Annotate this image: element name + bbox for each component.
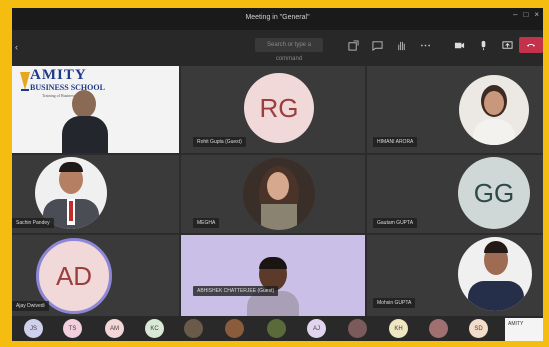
video-grid: AMITY BUSINESS SCHOOL Training of Busine… xyxy=(12,66,543,316)
avatar: RG xyxy=(244,73,314,143)
avatar[interactable]: KH xyxy=(389,319,408,338)
avatar-initials: KH xyxy=(394,325,403,332)
participant-tile[interactable]: RG Rohit Gupta (Guest) xyxy=(181,66,365,153)
avatar[interactable]: TS xyxy=(63,319,82,338)
share-screen-icon[interactable] xyxy=(500,38,514,52)
search-input[interactable]: Search or type a command xyxy=(255,38,323,62)
phone-hangup-icon xyxy=(526,43,536,47)
avatar-initials: TS xyxy=(68,325,77,332)
window-controls: – □ × xyxy=(513,10,539,19)
participant-name: MEGHA xyxy=(193,218,220,228)
title-bar: Meeting in "General" – □ × xyxy=(12,8,543,30)
window-title: Meeting in "General" xyxy=(245,14,310,21)
pop-out-icon[interactable] xyxy=(346,38,360,52)
camera-icon[interactable] xyxy=(452,38,466,52)
presenter-video xyxy=(62,90,108,153)
avatar-initials: AM xyxy=(110,325,119,332)
participant-strip: JS TS AM KC AJ KH SD AMITY xyxy=(12,316,543,341)
avatar[interactable] xyxy=(184,319,203,338)
avatar: GG xyxy=(458,157,530,229)
avatar-initials: AJ xyxy=(312,325,320,332)
close-icon[interactable]: × xyxy=(534,10,539,19)
avatar[interactable]: SD xyxy=(469,319,488,338)
shared-content-thumbnail[interactable]: AMITY xyxy=(505,318,543,341)
participant-name: Sachin Pandey xyxy=(12,218,54,228)
call-controls xyxy=(452,38,514,52)
maximize-icon[interactable]: □ xyxy=(523,10,528,19)
participant-tile[interactable]: HIMANI ARORA xyxy=(367,66,543,153)
participant-tile[interactable]: AD Ajay Dwivedi xyxy=(12,235,179,316)
avatar-initials: RG xyxy=(259,92,299,123)
microphone-icon[interactable] xyxy=(476,38,490,52)
avatar-initials: JS xyxy=(29,325,37,332)
participant-tile[interactable]: ABHISHEK CHATTERJEE (Guest) xyxy=(181,235,365,316)
avatar[interactable]: AJ xyxy=(307,319,326,338)
teams-window: Meeting in "General" – □ × ‹ Search or t… xyxy=(12,8,543,341)
avatar[interactable] xyxy=(267,319,286,338)
avatar-initials: SD xyxy=(474,325,483,332)
participant-name: HIMANI ARORA xyxy=(373,137,418,147)
chat-icon[interactable] xyxy=(370,38,384,52)
participant-name: ABHISHEK CHATTERJEE (Guest) xyxy=(193,286,279,296)
participant-name: Mohsin GUPTA xyxy=(373,298,416,308)
participant-name: Ajay Dwivedi xyxy=(12,301,49,311)
participant-tile[interactable]: Sachin Pandey xyxy=(12,155,179,233)
avatar[interactable]: AM xyxy=(105,319,124,338)
minimize-icon[interactable]: – xyxy=(513,10,517,19)
meeting-actions xyxy=(346,38,432,52)
participant-name: Rohit Gupta (Guest) xyxy=(193,137,246,147)
avatar[interactable]: JS xyxy=(24,319,43,338)
avatar[interactable] xyxy=(429,319,448,338)
more-options-icon[interactable] xyxy=(418,38,432,52)
avatar xyxy=(458,237,532,311)
participant-tile[interactable]: GG Gautam GUPTA xyxy=(367,155,543,233)
avatar-initials: AD xyxy=(55,260,93,291)
participant-name: Gautam GUPTA xyxy=(373,218,418,228)
avatar[interactable]: KC xyxy=(145,319,164,338)
avatar-initials: GG xyxy=(473,177,515,208)
participant-tile[interactable]: MEGHA xyxy=(181,155,365,233)
leave-call-button[interactable] xyxy=(519,37,543,53)
avatar[interactable] xyxy=(348,319,367,338)
meeting-toolbar: ‹ Search or type a command xyxy=(12,30,543,66)
logo-title: AMITY xyxy=(30,67,87,83)
avatar xyxy=(459,75,529,145)
participant-tile[interactable]: AMITY BUSINESS SCHOOL Training of Busine… xyxy=(12,66,179,153)
participant-tile[interactable]: Mohsin GUPTA xyxy=(367,235,543,316)
avatar-initials: KC xyxy=(150,325,159,332)
back-arrow-icon[interactable]: ‹ xyxy=(15,42,25,52)
hand-icon[interactable] xyxy=(394,38,408,52)
avatar xyxy=(243,158,315,230)
avatar[interactable] xyxy=(225,319,244,338)
